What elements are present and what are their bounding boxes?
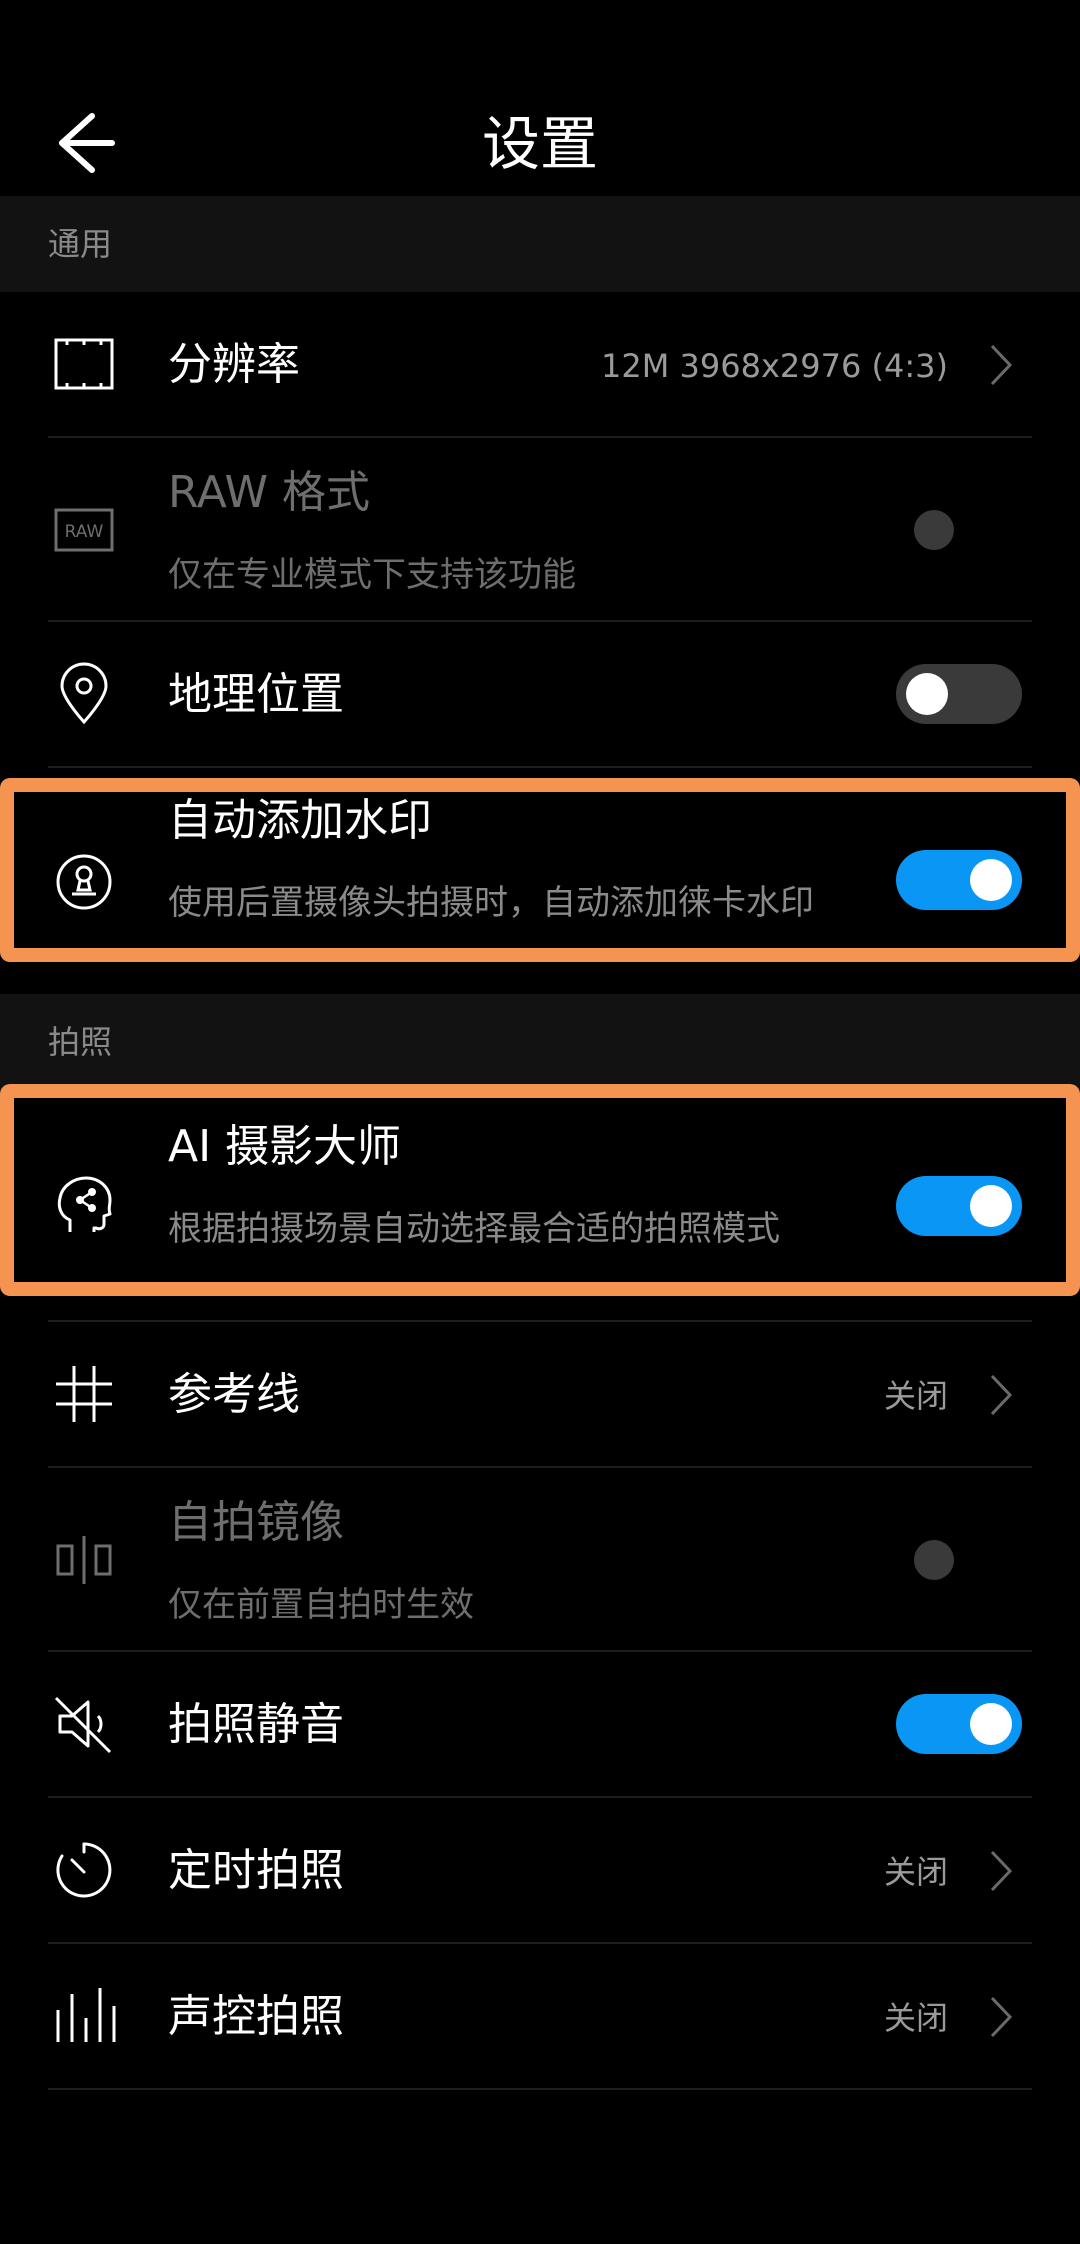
settings-row-raw[interactable]: RAW RAW 格式 仅在专业模式下支持该功能 xyxy=(0,438,1080,622)
timer-icon xyxy=(48,1834,120,1906)
mirror-icon xyxy=(48,1524,120,1596)
row-sublabel: 使用后置摄像头拍摄时，自动添加徕卡水印 xyxy=(168,883,814,923)
row-label: 地理位置 xyxy=(168,669,344,720)
mute-toggle[interactable] xyxy=(896,1694,1022,1754)
voice-bars-icon xyxy=(48,1980,120,2052)
settings-row-voice[interactable]: 声控拍照 关闭 xyxy=(0,1944,1080,2090)
row-sublabel: 根据拍摄场景自动选择最合适的拍照模式 xyxy=(168,1209,780,1249)
settings-row-mute[interactable]: 拍照静音 xyxy=(0,1652,1080,1798)
settings-row-resolution[interactable]: 分辨率 12M 3968x2976 (4:3) xyxy=(0,292,1080,438)
section-header-general: 通用 xyxy=(0,196,1080,292)
row-label: 自拍镜像 xyxy=(168,1497,344,1548)
row-label: AI 摄影大师 xyxy=(168,1121,402,1172)
row-label: 拍照静音 xyxy=(168,1699,344,1750)
chevron-right-icon xyxy=(986,1370,1016,1420)
sublabel-clip: 根据拍摄场景自动选择最合适的拍照模式 xyxy=(168,1206,868,1282)
watermark-toggle[interactable] xyxy=(896,850,1022,910)
toggle-knob xyxy=(970,859,1012,901)
mute-speaker-icon xyxy=(48,1688,120,1760)
chevron-right-icon xyxy=(986,1846,1016,1896)
grid-icon xyxy=(48,1358,120,1430)
chevron-right-icon xyxy=(986,340,1016,390)
row-label: 声控拍照 xyxy=(168,1991,344,2042)
row-sublabel: 仅在专业模式下支持该功能 xyxy=(168,555,576,595)
section-header-photo: 拍照 xyxy=(0,994,1080,1090)
sublabel-clip: 使用后置摄像头拍摄时，自动添加徕卡水印 xyxy=(168,880,868,966)
ai-head-icon xyxy=(48,1170,120,1242)
row-value: 关闭 xyxy=(883,1999,948,2037)
disabled-switch xyxy=(914,1540,954,1580)
toggle-knob xyxy=(970,1703,1012,1745)
stamp-icon xyxy=(48,846,120,918)
raw-icon-text: RAW xyxy=(65,522,104,542)
row-label: 定时拍照 xyxy=(168,1845,344,1896)
row-divider xyxy=(48,2088,1032,2090)
page-title: 设置 xyxy=(481,110,598,178)
settings-row-timer[interactable]: 定时拍照 关闭 xyxy=(0,1798,1080,1944)
row-sublabel: 仅在前置自拍时生效 xyxy=(168,1585,474,1625)
settings-row-mirror[interactable]: 自拍镜像 仅在前置自拍时生效 xyxy=(0,1468,1080,1652)
section-title-photo: 拍照 xyxy=(48,1023,113,1061)
resolution-frame-icon xyxy=(48,328,120,400)
raw-icon: RAW xyxy=(48,494,120,566)
chevron-right-icon xyxy=(986,1992,1016,2042)
settings-row-grid[interactable]: 参考线 关闭 xyxy=(0,1322,1080,1468)
row-label: 参考线 xyxy=(168,1369,300,1420)
top-bar: 设置 xyxy=(0,0,1080,196)
settings-row-location[interactable]: 地理位置 xyxy=(0,622,1080,768)
toggle-knob xyxy=(906,673,948,715)
toggle-knob xyxy=(970,1185,1012,1227)
ai-toggle[interactable] xyxy=(896,1176,1022,1236)
camera-settings-screen: 设置 通用 分辨率 12M 3968x2976 (4:3) RAW RAW 格式… xyxy=(0,0,1080,2244)
location-toggle[interactable] xyxy=(896,664,1022,724)
settings-row-ai[interactable]: AI 摄影大师 根据拍摄场景自动选择最合适的拍照模式 xyxy=(0,1090,1080,1322)
row-label: RAW 格式 xyxy=(168,467,370,518)
location-pin-icon xyxy=(48,658,120,730)
section-title-general: 通用 xyxy=(48,225,113,263)
disabled-switch xyxy=(914,510,954,550)
row-value: 关闭 xyxy=(883,1377,948,1415)
row-value: 关闭 xyxy=(883,1853,948,1891)
row-label: 自动添加水印 xyxy=(168,795,432,846)
settings-row-watermark[interactable]: 自动添加水印 使用后置摄像头拍摄时，自动添加徕卡水印 xyxy=(0,768,1080,994)
row-label: 分辨率 xyxy=(168,339,300,390)
row-value: 12M 3968x2976 (4:3) xyxy=(601,347,948,385)
